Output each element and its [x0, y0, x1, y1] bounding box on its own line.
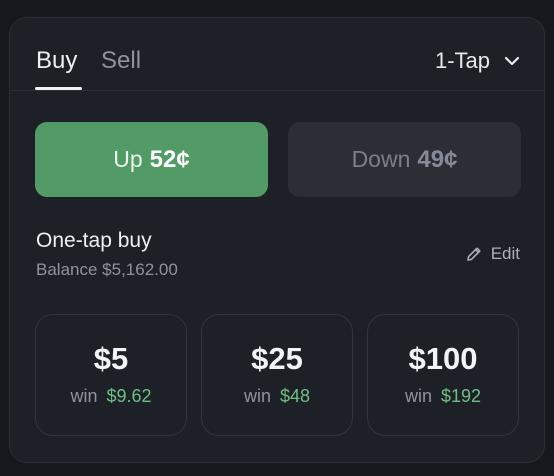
amount-value: $100: [408, 341, 478, 376]
tab-buy[interactable]: Buy: [36, 46, 77, 76]
trade-panel: Buy Sell 1-Tap Up 52¢ Down 49¢ One-tap b…: [9, 17, 545, 463]
win-label: win: [70, 386, 98, 406]
outcome-up-button[interactable]: Up 52¢: [35, 122, 268, 197]
outcome-down-label: Down: [351, 146, 411, 172]
order-mode-label: 1-Tap: [434, 48, 490, 73]
one-tap-title: One-tap buy: [36, 229, 152, 252]
outcome-down-button[interactable]: Down 49¢: [288, 122, 521, 197]
order-mode-dropdown[interactable]: 1-Tap: [435, 46, 520, 76]
outcome-up-price: 52¢: [149, 145, 190, 173]
amount-win: win $9.62: [36, 386, 186, 407]
tab-bar: Buy Sell 1-Tap: [10, 18, 544, 91]
amount-card-25[interactable]: $25 win $48: [201, 314, 353, 436]
win-payout: $192: [440, 386, 482, 406]
tab-sell[interactable]: Sell: [101, 46, 141, 76]
win-payout: $48: [279, 386, 311, 406]
outcome-up-label: Up: [113, 146, 143, 172]
chevron-down-icon: [504, 56, 520, 66]
active-tab-indicator: [35, 87, 82, 90]
amount-card-100[interactable]: $100 win $192: [367, 314, 519, 436]
amount-card-5[interactable]: $5 win $9.62: [35, 314, 187, 436]
amount-value: $25: [251, 341, 303, 376]
balance-text: Balance $5,162.00: [36, 260, 178, 279]
amount-win: win $48: [202, 386, 352, 407]
amount-value: $5: [93, 341, 129, 376]
amount-win: win $192: [368, 386, 518, 407]
pencil-icon: [465, 245, 483, 263]
win-label: win: [404, 386, 432, 406]
outcome-down-price: 49¢: [417, 145, 458, 173]
win-payout: $9.62: [106, 386, 152, 406]
edit-button[interactable]: Edit: [465, 244, 520, 264]
win-label: win: [243, 386, 271, 406]
edit-label: Edit: [490, 244, 520, 263]
